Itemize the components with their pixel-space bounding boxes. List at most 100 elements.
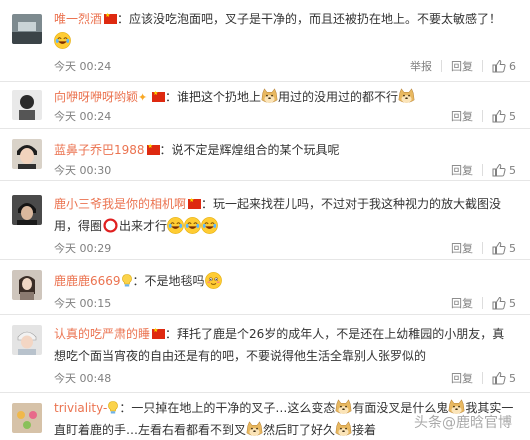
avatar[interactable] — [12, 90, 42, 120]
username-link[interactable]: 鹿鹿鹿6669 — [54, 274, 121, 288]
comment-body: ：谁把这个扔地上 — [165, 90, 262, 104]
comment-actions: 回复 5 — [442, 295, 516, 311]
china-flag-icon — [104, 11, 118, 24]
username-link[interactable]: 向咿呀咿呀哟颖 — [54, 90, 138, 104]
username-link[interactable]: triviality- — [54, 401, 107, 415]
doge-emoji — [335, 421, 352, 438]
like-count: 6 — [509, 59, 516, 73]
reply-button[interactable]: 回复 — [442, 295, 482, 311]
thumbs-up-icon — [492, 109, 506, 123]
reply-button[interactable]: 回复 — [442, 370, 482, 386]
reply-button[interactable]: 回复 — [442, 108, 482, 124]
comment-body: ：玩一起来找茬儿吗，不过对于我这种视力的放大截图没 — [201, 197, 502, 211]
comment-body-cont: 接着 — [352, 423, 377, 437]
doge-emoji — [246, 421, 263, 438]
comment-meta: 今天 00:30 回复 5 — [54, 162, 516, 178]
like-button[interactable]: 5 — [483, 371, 516, 385]
comment-actions: 回复 5 — [442, 370, 516, 386]
reply-button[interactable]: 回复 — [442, 58, 482, 74]
timestamp: 今天 00:24 — [54, 60, 112, 73]
comment-item: 鹿鹿鹿6669 ：不是地毯吗 今天 00:15 回复 5 — [0, 260, 530, 315]
laugh-cry-emoji — [167, 217, 184, 234]
comment-item: 认真的吃严肃的睡 ：拜托了鹿是个26岁的成年人，不是还在上幼稚园的小朋友，真 想吃… — [0, 315, 530, 393]
comment-text: 向咿呀咿呀哟颖✦ ：谁把这个扔地上 用过的没用过的都不行 — [54, 86, 516, 108]
avatar[interactable] — [12, 195, 42, 225]
laugh-cry-emoji — [54, 32, 71, 49]
comment-body-cont: 然后盯了好久 — [263, 423, 336, 437]
thumbs-up-icon — [492, 241, 506, 255]
comment-actions: 回复 5 — [442, 108, 516, 124]
comment-item: 鹿小三爷我是你的相机啊 ：玩一起来找茬儿吗，不过对于我这种视力的放大截图没 用，得… — [0, 181, 530, 260]
comment-body: ：一只掉在地上的干净的叉子…这么变态 — [119, 401, 336, 415]
like-count: 5 — [509, 296, 516, 310]
shy-smile-emoji — [205, 272, 222, 289]
timestamp: 今天 00:24 — [54, 110, 112, 123]
like-count: 5 — [509, 163, 516, 177]
username-link[interactable]: 鹿小三爷我是你的相机啊 — [54, 197, 186, 211]
comment-body-cont: 用，得圈 — [54, 219, 103, 233]
report-button[interactable]: 举报 — [401, 58, 441, 74]
comment-body: ：应该没吃泡面吧，叉子是干净的，而且还被扔在地上。不要太敏感了！ — [117, 12, 502, 26]
avatar[interactable] — [12, 325, 42, 355]
avatar[interactable] — [12, 270, 42, 300]
china-flag-icon — [146, 142, 160, 155]
comment-text: 唯一烈酒 ：应该没吃泡面吧，叉子是干净的，而且还被扔在地上。不要太敏感了！ — [54, 8, 516, 30]
comment-body: ：拜托了鹿是个26岁的成年人，不是还在上幼稚园的小朋友，真 — [165, 327, 505, 341]
comment-body-cont: 直盯着鹿的手…左看右看都看不到叉 — [54, 423, 247, 437]
comment-item: 向咿呀咿呀哟颖✦ ：谁把这个扔地上 用过的没用过的都不行 今天 00:24 回复 5 — [0, 82, 530, 129]
like-button[interactable]: 5 — [483, 163, 516, 177]
thumbs-up-icon — [492, 163, 506, 177]
like-button[interactable]: 5 — [483, 296, 516, 310]
thumbs-up-icon — [492, 296, 506, 310]
comment-body: ：不是地毯吗 — [132, 274, 205, 288]
china-flag-icon — [152, 89, 166, 102]
bulb-icon — [122, 272, 132, 285]
comment-item: 蓝鼻子乔巴1988 ：说不定是辉煌组合的某个玩具呢 今天 00:30 回复 5 — [0, 129, 530, 181]
like-button[interactable]: 6 — [483, 59, 516, 73]
doge-emoji — [335, 399, 352, 416]
avatar[interactable] — [12, 14, 42, 44]
red-circle-emoji — [102, 217, 119, 234]
comment-body: ：说不定是辉煌组合的某个玩具呢 — [159, 143, 340, 157]
doge-emoji — [261, 88, 278, 105]
comment-text: 认真的吃严肃的睡 ：拜托了鹿是个26岁的成年人，不是还在上幼稚园的小朋友，真 — [54, 323, 516, 345]
comment-actions: 举报 回复 6 — [401, 58, 516, 74]
like-count: 5 — [509, 109, 516, 123]
watermark: 头条@鹿晗官博 — [414, 415, 512, 431]
thumbs-up-icon — [492, 371, 506, 385]
doge-emoji — [398, 88, 415, 105]
comment-actions: 回复 5 — [442, 240, 516, 256]
like-count: 5 — [509, 371, 516, 385]
thumbs-up-icon — [492, 59, 506, 73]
comment-body-cont: 想吃个面当宵夜的自由还是有的吧，不要说得他生活全靠别人张罗似的 — [54, 349, 427, 363]
timestamp: 今天 00:30 — [54, 164, 112, 177]
reply-button[interactable]: 回复 — [442, 162, 482, 178]
comment-meta: 今天 00:24 举报 回复 6 — [54, 58, 516, 74]
comment-meta: 今天 00:24 回复 5 — [54, 108, 516, 124]
avatar[interactable] — [12, 403, 42, 433]
timestamp: 今天 00:15 — [54, 297, 112, 310]
like-count: 5 — [509, 241, 516, 255]
comment-body-cont: 出来才行 — [119, 219, 168, 233]
avatar[interactable] — [12, 139, 42, 169]
username-link[interactable]: 认真的吃严肃的睡 — [54, 327, 150, 341]
comment-item: 唯一烈酒 ：应该没吃泡面吧，叉子是干净的，而且还被扔在地上。不要太敏感了！ 今天 … — [0, 0, 530, 82]
username-link[interactable]: 蓝鼻子乔巴1988 — [54, 143, 145, 157]
comment-text: 鹿小三爷我是你的相机啊 ：玩一起来找茬儿吗，不过对于我这种视力的放大截图没 — [54, 193, 516, 215]
comment-body-cont: 用过的没用过的都不行 — [278, 90, 399, 104]
comment-actions: 回复 5 — [442, 162, 516, 178]
comment-meta: 今天 00:15 回复 5 — [54, 295, 516, 311]
comment-text: 鹿鹿鹿6669 ：不是地毯吗 — [54, 270, 516, 292]
comment-emoji-line — [54, 30, 516, 52]
sparkle-icon: ✦ — [138, 91, 148, 104]
comment-text-line2: 想吃个面当宵夜的自由还是有的吧，不要说得他生活全靠别人张罗似的 — [54, 345, 516, 367]
username-link[interactable]: 唯一烈酒 — [54, 12, 102, 26]
laugh-cry-emoji — [184, 217, 201, 234]
like-button[interactable]: 5 — [483, 109, 516, 123]
china-flag-icon — [152, 326, 166, 339]
like-button[interactable]: 5 — [483, 241, 516, 255]
comment-meta: 今天 00:48 回复 5 — [54, 370, 516, 386]
reply-button[interactable]: 回复 — [442, 240, 482, 256]
comment-text-line2: 用，得圈 出来才行 — [54, 215, 516, 237]
china-flag-icon — [188, 196, 202, 209]
